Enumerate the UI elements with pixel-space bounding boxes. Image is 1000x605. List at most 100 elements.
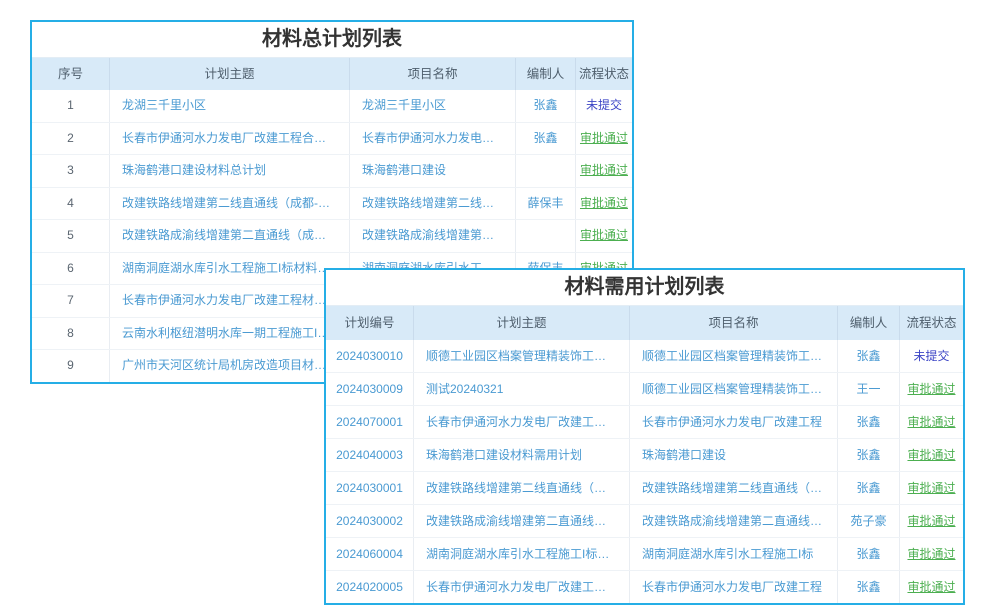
project-name-link[interactable]: 改建铁路成渝线增建第二直通线...	[350, 220, 516, 252]
row-number-cell: 1	[32, 90, 110, 122]
plan-subject-link[interactable]: 测试20240321	[414, 373, 630, 405]
plan-code-link[interactable]: 2024030001	[326, 472, 414, 504]
project-name-link[interactable]: 龙湖三千里小区	[350, 90, 516, 122]
table-row: 2024030001改建铁路线增建第二线直通线（成都...改建铁路线增建第二线直…	[326, 471, 963, 504]
project-name-link[interactable]: 改建铁路成渝线增建第二直通线（成...	[630, 505, 838, 537]
project-name-link[interactable]: 长春市伊通河水力发电厂改建工程	[350, 123, 516, 155]
column-header-plan-subject: 计划主题	[110, 58, 350, 90]
project-name-link[interactable]: 顺德工业园区档案管理精装饰工程（...	[630, 340, 838, 372]
plan-code-link[interactable]: 2024040003	[326, 439, 414, 471]
creator-cell: 张鑫	[838, 439, 900, 471]
row-number-cell: 9	[32, 350, 110, 382]
column-header-plan-subject: 计划主题	[414, 306, 630, 340]
row-number-cell: 4	[32, 188, 110, 220]
table-row: 2024060004湖南洞庭湖水库引水工程施工I标材...湖南洞庭湖水库引水工程…	[326, 537, 963, 570]
status-badge: 未提交	[900, 340, 963, 372]
row-number-cell: 6	[32, 253, 110, 285]
column-header-creator: 编制人	[516, 58, 576, 90]
creator-cell: 张鑫	[516, 123, 576, 155]
status-badge[interactable]: 审批通过	[576, 188, 632, 220]
plan-subject-link[interactable]: 珠海鹤港口建设材料总计划	[110, 155, 350, 187]
table-header-row: 计划编号 计划主题 项目名称 编制人 流程状态	[326, 305, 963, 340]
required-plan-table-title: 材料需用计划列表	[326, 270, 963, 305]
status-badge[interactable]: 审批通过	[576, 123, 632, 155]
plan-code-link[interactable]: 2024020005	[326, 571, 414, 603]
creator-cell: 王一	[838, 373, 900, 405]
plan-subject-link[interactable]: 龙湖三千里小区	[110, 90, 350, 122]
status-badge[interactable]: 审批通过	[900, 439, 963, 471]
plan-code-link[interactable]: 2024060004	[326, 538, 414, 570]
creator-cell: 张鑫	[838, 571, 900, 603]
project-name-link[interactable]: 湖南洞庭湖水库引水工程施工I标	[630, 538, 838, 570]
creator-cell	[516, 155, 576, 187]
row-number-cell: 5	[32, 220, 110, 252]
plan-code-link[interactable]: 2024030010	[326, 340, 414, 372]
status-badge[interactable]: 审批通过	[900, 571, 963, 603]
project-name-link[interactable]: 顺德工业园区档案管理精装饰工程（...	[630, 373, 838, 405]
plan-subject-link[interactable]: 改建铁路线增建第二线直通线（成都...	[414, 472, 630, 504]
table-row: 2024030009测试20240321顺德工业园区档案管理精装饰工程（...王…	[326, 372, 963, 405]
plan-subject-link[interactable]: 珠海鹤港口建设材料需用计划	[414, 439, 630, 471]
plan-subject-link[interactable]: 长春市伊通河水力发电厂改建工程材...	[414, 571, 630, 603]
plan-code-link[interactable]: 2024030009	[326, 373, 414, 405]
plan-subject-link[interactable]: 广州市天河区统计局机房改造项目材料总计划	[110, 350, 350, 382]
creator-cell: 张鑫	[838, 472, 900, 504]
creator-cell	[516, 220, 576, 252]
plan-subject-link[interactable]: 改建铁路线增建第二线直通线（成都-西安）...	[110, 188, 350, 220]
plan-code-link[interactable]: 2024070001	[326, 406, 414, 438]
table-row: 2024040003珠海鹤港口建设材料需用计划珠海鹤港口建设张鑫审批通过	[326, 438, 963, 471]
plan-subject-link[interactable]: 长春市伊通河水力发电厂改建工程材料总计划	[110, 285, 350, 317]
row-number-cell: 2	[32, 123, 110, 155]
plan-subject-link[interactable]: 湖南洞庭湖水库引水工程施工I标材料总计划	[110, 253, 350, 285]
status-badge[interactable]: 审批通过	[576, 155, 632, 187]
creator-cell: 张鑫	[838, 340, 900, 372]
plan-subject-link[interactable]: 改建铁路成渝线增建第二直通线（成...	[414, 505, 630, 537]
status-badge[interactable]: 审批通过	[576, 220, 632, 252]
plan-subject-link[interactable]: 长春市伊通河水力发电厂改建工程合同材料...	[110, 123, 350, 155]
project-name-link[interactable]: 珠海鹤港口建设	[630, 439, 838, 471]
plan-subject-link[interactable]: 云南水利枢纽潜明水库一期工程施工I标材料...	[110, 318, 350, 350]
status-badge: 未提交	[576, 90, 632, 122]
project-name-link[interactable]: 珠海鹤港口建设	[350, 155, 516, 187]
column-header-creator: 编制人	[838, 306, 900, 340]
plan-subject-link[interactable]: 顺德工业园区档案管理精装饰工程（...	[414, 340, 630, 372]
project-name-link[interactable]: 长春市伊通河水力发电厂改建工程	[630, 406, 838, 438]
status-badge[interactable]: 审批通过	[900, 538, 963, 570]
plan-subject-link[interactable]: 湖南洞庭湖水库引水工程施工I标材...	[414, 538, 630, 570]
row-number-cell: 8	[32, 318, 110, 350]
table-row: 1龙湖三千里小区龙湖三千里小区张鑫未提交	[32, 90, 632, 122]
table-header-row: 序号 计划主题 项目名称 编制人 流程状态	[32, 57, 632, 90]
status-badge[interactable]: 审批通过	[900, 472, 963, 504]
table-row: 2024030002改建铁路成渝线增建第二直通线（成...改建铁路成渝线增建第二…	[326, 504, 963, 537]
plan-subject-link[interactable]: 长春市伊通河水力发电厂改建工程合...	[414, 406, 630, 438]
column-header-workflow-status: 流程状态	[576, 58, 632, 90]
creator-cell: 张鑫	[838, 538, 900, 570]
table-row: 3珠海鹤港口建设材料总计划珠海鹤港口建设 审批通过	[32, 154, 632, 187]
row-number-cell: 3	[32, 155, 110, 187]
table-row: 2024020005长春市伊通河水力发电厂改建工程材...长春市伊通河水力发电厂…	[326, 570, 963, 603]
creator-cell: 薛保丰	[516, 188, 576, 220]
creator-cell: 张鑫	[516, 90, 576, 122]
column-header-project-name: 项目名称	[630, 306, 838, 340]
status-badge[interactable]: 审批通过	[900, 373, 963, 405]
plan-subject-link[interactable]: 改建铁路成渝线增建第二直通线（成渝枢纽...	[110, 220, 350, 252]
required-plan-table-body: 2024030010顺德工业园区档案管理精装饰工程（...顺德工业园区档案管理精…	[326, 340, 963, 603]
status-badge[interactable]: 审批通过	[900, 406, 963, 438]
plan-code-link[interactable]: 2024030002	[326, 505, 414, 537]
column-header-workflow-status: 流程状态	[900, 306, 963, 340]
project-name-link[interactable]: 长春市伊通河水力发电厂改建工程	[630, 571, 838, 603]
table-row: 5改建铁路成渝线增建第二直通线（成渝枢纽...改建铁路成渝线增建第二直通线...…	[32, 219, 632, 252]
project-name-link[interactable]: 改建铁路线增建第二线直通线（成都...	[630, 472, 838, 504]
table-row: 2长春市伊通河水力发电厂改建工程合同材料...长春市伊通河水力发电厂改建工程张鑫…	[32, 122, 632, 155]
column-header-plan-code: 计划编号	[326, 306, 414, 340]
total-plan-table-title: 材料总计划列表	[32, 22, 632, 57]
status-badge[interactable]: 审批通过	[900, 505, 963, 537]
project-name-link[interactable]: 改建铁路线增建第二线直通线（...	[350, 188, 516, 220]
row-number-cell: 7	[32, 285, 110, 317]
column-header-serial-no: 序号	[32, 58, 110, 90]
material-required-plan-table: 材料需用计划列表 计划编号 计划主题 项目名称 编制人 流程状态 2024030…	[324, 268, 965, 605]
table-row: 4改建铁路线增建第二线直通线（成都-西安）...改建铁路线增建第二线直通线（..…	[32, 187, 632, 220]
table-row: 2024070001长春市伊通河水力发电厂改建工程合...长春市伊通河水力发电厂…	[326, 405, 963, 438]
table-row: 2024030010顺德工业园区档案管理精装饰工程（...顺德工业园区档案管理精…	[326, 340, 963, 372]
creator-cell: 苑子豪	[838, 505, 900, 537]
